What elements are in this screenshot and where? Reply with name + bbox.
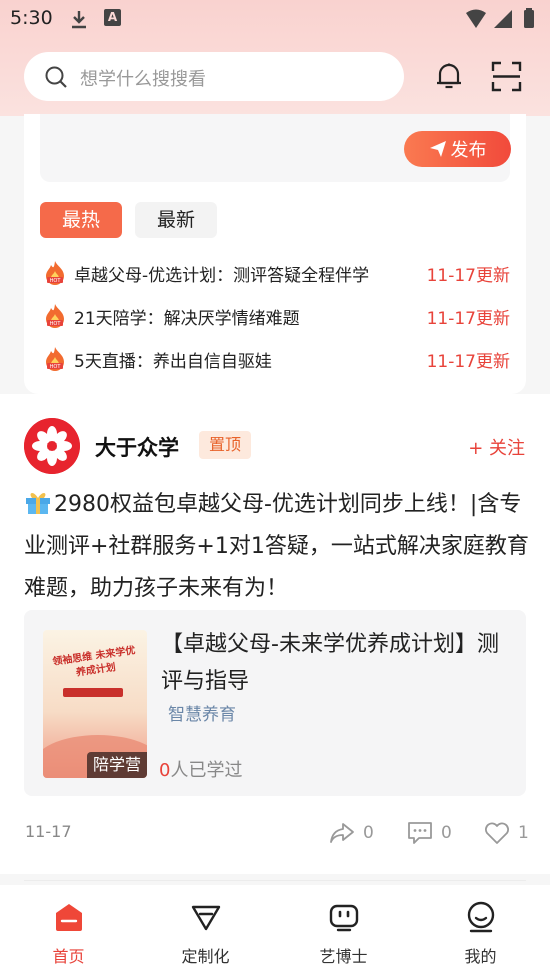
nav-robot[interactable]: 艺博士: [275, 885, 412, 979]
wifi-icon: [466, 9, 486, 28]
signal-icon: [494, 10, 512, 28]
post-date: 11-17: [25, 822, 72, 841]
share-button[interactable]: 0: [329, 820, 374, 846]
hot-list-item[interactable]: HOT 卓越父母-优选计划：测评答疑全程伴学 11-17更新: [44, 259, 514, 287]
status-time: 5:30: [10, 7, 53, 29]
avatar[interactable]: [24, 418, 80, 474]
search-icon: [45, 66, 67, 88]
system-status-icons: [466, 8, 534, 28]
learned-count: 0人已学过: [159, 760, 243, 781]
divider: [24, 880, 526, 881]
profile-icon: [467, 901, 495, 933]
nav-home[interactable]: 首页: [0, 885, 137, 979]
comment-button[interactable]: 0: [407, 820, 452, 846]
hot-item-title: 卓越父母-优选计划：测评答疑全程伴学: [74, 266, 370, 286]
bottom-nav: 首页 定制化 艺博士 我的: [0, 885, 550, 979]
hot-item-update: 11-17更新: [426, 309, 510, 329]
hot-item-title: 5天直播：养出自信自驱娃: [74, 352, 272, 372]
follow-button[interactable]: + 关注: [468, 434, 525, 460]
author-name[interactable]: 大于众学: [95, 432, 179, 462]
nav-customize[interactable]: 定制化: [137, 885, 274, 979]
hot-item-title: 21天陪学：解决厌学情绪难题: [74, 309, 300, 329]
like-count: 1: [518, 823, 529, 843]
course-tag: 智慧养育: [168, 705, 236, 725]
publish-button[interactable]: 发布: [404, 131, 511, 167]
hot-item-update: 11-17更新: [426, 266, 510, 286]
tab-hot[interactable]: 最热: [40, 202, 122, 238]
comment-icon: [408, 822, 432, 844]
like-button[interactable]: 1: [484, 820, 529, 846]
header: 5:30 A 想学什么搜搜看: [0, 0, 550, 116]
cover-badge: 陪学营: [87, 752, 147, 778]
comment-count: 0: [441, 823, 452, 843]
share-count: 0: [363, 823, 374, 843]
hot-topics-card: 发布 最热 最新 HOT 卓越父母-优选计划：测评答疑全程伴学 11-17更新 …: [24, 114, 526, 394]
share-icon: [330, 823, 354, 843]
hot-item-update: 11-17更新: [426, 352, 510, 372]
post-body: 2980权益包卓越父母-优选计划同步上线！|含专业测评+社群服务+1对1答疑，一…: [24, 492, 529, 601]
compose-panel: 发布: [40, 114, 511, 182]
heart-icon: [485, 822, 509, 844]
cover-text: 领袖思维 未来学优养成计划: [51, 645, 137, 679]
post-text[interactable]: 2980权益包卓越父母-优选计划同步上线！|含专业测评+社群服务+1对1答疑，一…: [24, 484, 529, 610]
battery-icon: [524, 10, 534, 28]
svg-text:HOT: HOT: [50, 364, 62, 370]
nav-label: 首页: [52, 947, 85, 966]
tab-new[interactable]: 最新: [135, 202, 217, 238]
publish-label: 发布: [450, 140, 487, 161]
search-placeholder: 想学什么搜搜看: [80, 69, 206, 90]
fire-icon: HOT: [46, 347, 64, 371]
nav-label: 定制化: [181, 947, 230, 966]
robot-icon: [329, 904, 359, 932]
customize-icon: [191, 905, 221, 931]
course-title: 【卓越父母-未来学优养成计划】测评与指导: [161, 632, 499, 694]
home-icon: [56, 904, 82, 931]
post-card: 大于众学 置顶 + 关注 2980权益包卓越父母-优选计划同步上线！|含专业测评…: [0, 394, 550, 874]
nav-profile[interactable]: 我的: [412, 885, 549, 979]
download-icon: [72, 11, 86, 29]
svg-text:HOT: HOT: [50, 321, 62, 327]
a-icon: A: [104, 9, 121, 26]
search-input[interactable]: 想学什么搜搜看: [24, 52, 404, 101]
scan-icon[interactable]: [491, 61, 522, 92]
course-card[interactable]: 领袖思维 未来学优养成计划 陪学营 【卓越父母-未来学优养成计划】测评与指导 智…: [24, 610, 526, 796]
status-bar: 5:30 A: [0, 0, 550, 38]
svg-text:HOT: HOT: [50, 278, 62, 284]
bell-icon[interactable]: [434, 61, 464, 91]
pinned-badge: 置顶: [199, 431, 251, 459]
hot-list-item[interactable]: HOT 5天直播：养出自信自驱娃 11-17更新: [44, 345, 514, 373]
send-icon: [429, 141, 446, 157]
gift-icon: [26, 493, 50, 514]
hot-list-item[interactable]: HOT 21天陪学：解决厌学情绪难题 11-17更新: [44, 302, 514, 330]
fire-icon: HOT: [46, 261, 64, 285]
nav-label: 艺博士: [319, 947, 368, 966]
fire-icon: HOT: [46, 304, 64, 328]
nav-label: 我的: [464, 947, 497, 966]
